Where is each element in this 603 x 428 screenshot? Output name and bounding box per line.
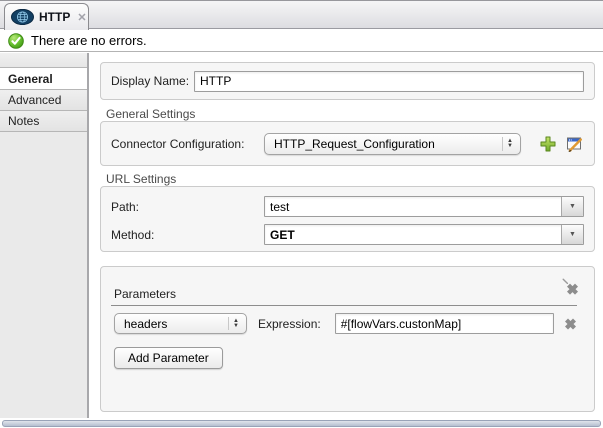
tab-close-icon[interactable]: ✕: [77, 11, 86, 24]
expression-label: Expression:: [258, 317, 321, 331]
display-name-group: Display Name:: [100, 62, 595, 100]
connector-config-label: Connector Configuration:: [111, 137, 264, 151]
expression-input[interactable]: [335, 313, 554, 334]
http-globe-icon: [11, 9, 34, 25]
add-parameter-button[interactable]: Add Parameter: [114, 347, 223, 369]
method-input[interactable]: [264, 224, 584, 245]
edit-configuration-icon[interactable]: [565, 134, 584, 153]
validation-status-bar: There are no errors.: [0, 30, 603, 52]
connector-config-value: HTTP_Request_Configuration: [274, 137, 435, 151]
dropdown-arrow-icon: ▼: [569, 203, 576, 210]
connector-config-actions: [538, 134, 584, 153]
add-configuration-icon[interactable]: [538, 134, 557, 153]
sidebar-item-general[interactable]: General: [0, 68, 87, 90]
display-name-label: Display Name:: [111, 74, 194, 88]
url-settings-group: Path: ▼ Method: ▼: [100, 186, 595, 252]
method-label: Method:: [111, 228, 264, 242]
path-dropdown-button[interactable]: ▼: [561, 197, 583, 216]
status-message: There are no errors.: [31, 33, 147, 48]
connector-config-select[interactable]: HTTP_Request_Configuration ▲▼: [264, 133, 521, 155]
parameters-group: Parameters headers ▲▼ Expression: Add Pa…: [100, 266, 595, 412]
parameters-separator: [111, 305, 577, 306]
url-settings-title: URL Settings: [106, 172, 176, 186]
method-row: Method: ▼: [111, 224, 584, 245]
parameter-type-select[interactable]: headers ▲▼: [114, 313, 247, 334]
general-settings-group: Connector Configuration: HTTP_Request_Co…: [100, 121, 595, 166]
tab-title: HTTP: [39, 10, 70, 24]
success-check-icon: [8, 33, 24, 49]
horizontal-scrollbar[interactable]: [2, 420, 601, 427]
stepper-arrows-icon: ▲▼: [502, 137, 517, 151]
display-name-input[interactable]: [194, 71, 584, 92]
remove-all-parameters-icon[interactable]: [562, 278, 581, 297]
parameter-type-value: headers: [124, 317, 167, 331]
parameter-row: headers ▲▼ Expression:: [114, 313, 584, 334]
path-combo: ▼: [264, 196, 584, 217]
sidebar-item-notes[interactable]: Notes: [0, 111, 87, 132]
properties-sidebar: General Advanced Notes: [0, 53, 89, 418]
sidebar-spacer: [0, 53, 87, 68]
editor-tab-bar: HTTP ✕: [0, 0, 603, 29]
sidebar-item-advanced[interactable]: Advanced: [0, 90, 87, 111]
path-input[interactable]: [264, 196, 584, 217]
parameters-title: Parameters: [114, 287, 176, 301]
dropdown-arrow-icon: ▼: [569, 231, 576, 238]
method-combo: ▼: [264, 224, 584, 245]
path-label: Path:: [111, 200, 264, 214]
path-row: Path: ▼: [111, 196, 584, 217]
general-settings-title: General Settings: [106, 107, 195, 121]
method-dropdown-button[interactable]: ▼: [561, 225, 583, 244]
stepper-arrows-icon: ▲▼: [228, 317, 243, 330]
tab-http[interactable]: HTTP ✕: [4, 3, 89, 30]
delete-parameter-icon[interactable]: [562, 314, 581, 333]
